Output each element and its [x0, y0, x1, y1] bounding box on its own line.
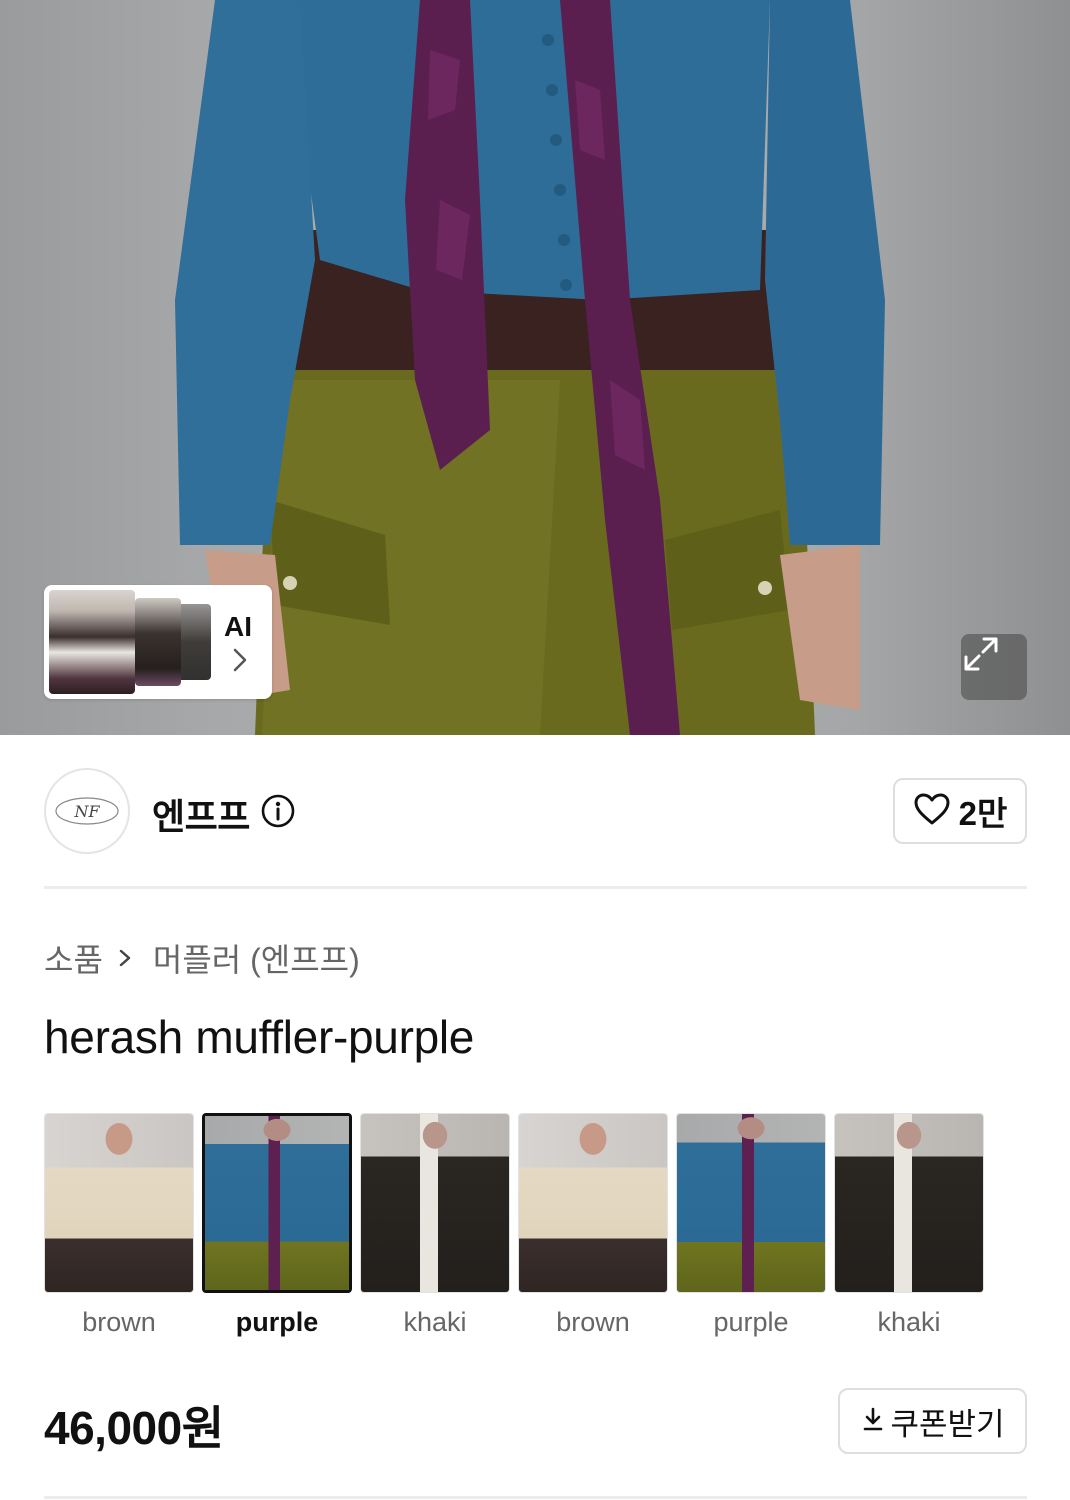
like-button[interactable]: 2만: [893, 778, 1027, 844]
variant-option[interactable]: khaki: [360, 1113, 510, 1338]
variant-label: purple: [235, 1307, 319, 1337]
variant-label: khaki: [877, 1307, 941, 1337]
variant-thumbnail[interactable]: [202, 1113, 352, 1293]
chevron-right-icon: [117, 943, 139, 973]
chevron-right-icon: [230, 647, 258, 675]
variant-label: brown: [82, 1307, 156, 1337]
brand-logo[interactable]: NF: [44, 768, 130, 854]
ai-thumbnail-1: [49, 590, 135, 694]
product-price: 46,000원: [44, 1402, 224, 1454]
variant-label: khaki: [403, 1307, 467, 1337]
ai-thumbnail-stack: [49, 590, 219, 694]
variant-thumbnail[interactable]: [360, 1113, 510, 1293]
variant-option[interactable]: brown: [44, 1113, 194, 1338]
product-title: herash muffler-purple: [44, 1011, 475, 1063]
like-count: 2만: [958, 795, 1008, 832]
breadcrumb-category[interactable]: 소품: [44, 935, 103, 981]
get-coupon-button[interactable]: 쿠폰받기: [838, 1388, 1027, 1454]
variant-option[interactable]: khaki: [834, 1113, 984, 1338]
variant-thumbnail[interactable]: [518, 1113, 668, 1293]
variant-thumbnail[interactable]: [44, 1113, 194, 1293]
download-icon: [860, 1404, 886, 1439]
variant-option-selected[interactable]: purple: [202, 1113, 352, 1338]
breadcrumb: 소품 머플러 (엔프프): [44, 935, 360, 981]
breadcrumb-subcategory[interactable]: 머플러 (엔프프): [153, 935, 360, 981]
expand-image-button[interactable]: [961, 634, 1027, 700]
variant-option[interactable]: brown: [518, 1113, 668, 1338]
ai-thumbnail-2: [135, 598, 181, 686]
brand-name[interactable]: 엔프프: [152, 788, 250, 840]
variant-label: purple: [713, 1307, 789, 1337]
divider: [44, 886, 1027, 889]
coupon-label: 쿠폰받기: [890, 1406, 1005, 1442]
brand-row: NF 엔프프 2만: [44, 768, 1027, 854]
variant-option[interactable]: purple: [676, 1113, 826, 1338]
product-hero-image[interactable]: AI: [0, 0, 1070, 735]
variant-thumbnail[interactable]: [834, 1113, 984, 1293]
info-icon[interactable]: [260, 793, 296, 829]
variant-label: brown: [556, 1307, 630, 1337]
ai-similar-styles-chip[interactable]: AI: [44, 585, 272, 699]
heart-icon: [913, 792, 951, 831]
divider: [44, 1496, 1027, 1499]
variant-thumbnail[interactable]: [676, 1113, 826, 1293]
ai-chip-label: AI: [224, 611, 252, 642]
color-variant-list: brown purple khaki brown purple khaki: [44, 1113, 984, 1338]
svg-text:NF: NF: [73, 802, 100, 821]
